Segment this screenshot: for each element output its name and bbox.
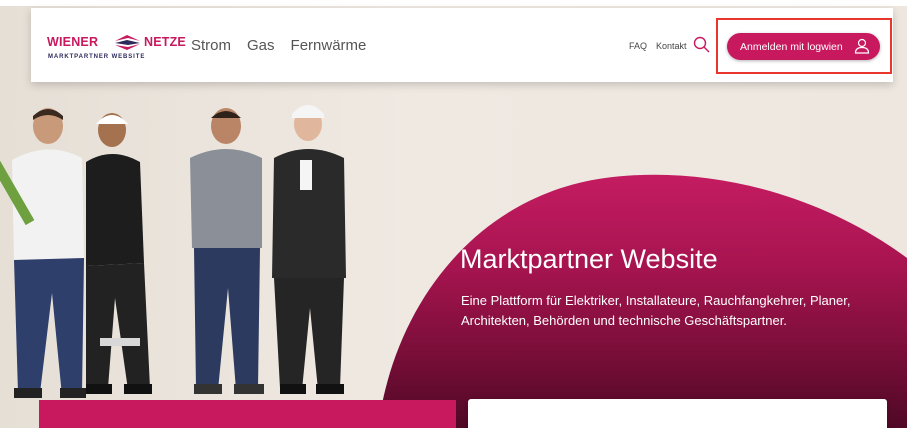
card-left[interactable]	[39, 400, 456, 428]
main-nav: Strom Gas Fernwärme	[191, 37, 366, 54]
hero-description: Eine Plattform für Elektriker, Installat…	[461, 293, 851, 328]
hero-title: Marktpartner Website	[460, 244, 718, 274]
nav-item-gas[interactable]: Gas	[247, 37, 275, 54]
user-icon	[854, 38, 870, 54]
logo-word-left: WIENER	[47, 35, 99, 49]
logo-word-right: NETZE	[144, 35, 186, 49]
worker-1	[0, 108, 86, 398]
nav-item-fernwaerme[interactable]: Fernwärme	[291, 37, 367, 54]
nav-item-strom[interactable]: Strom	[191, 37, 231, 54]
worker-4	[272, 105, 346, 394]
search-icon[interactable]	[693, 36, 710, 53]
login-button[interactable]: Anmelden mit logwien	[727, 33, 880, 60]
workers-photo	[0, 105, 346, 398]
site-header: WIENER NETZE MARKTPARTNER WEBSITE Strom …	[31, 8, 893, 82]
wiener-netze-logo-mark	[115, 35, 140, 50]
logo-subtitle: MARKTPARTNER WEBSITE	[48, 54, 146, 60]
worker-3	[190, 108, 264, 394]
faq-link[interactable]: FAQ	[629, 41, 647, 51]
card-right[interactable]	[468, 399, 887, 428]
utility-nav: FAQ Kontakt	[629, 41, 687, 51]
worker-2	[86, 113, 152, 394]
contact-link[interactable]: Kontakt	[656, 41, 687, 51]
login-button-label: Anmelden mit logwien	[740, 40, 843, 53]
site-logo[interactable]: WIENER NETZE MARKTPARTNER WEBSITE	[47, 35, 186, 65]
